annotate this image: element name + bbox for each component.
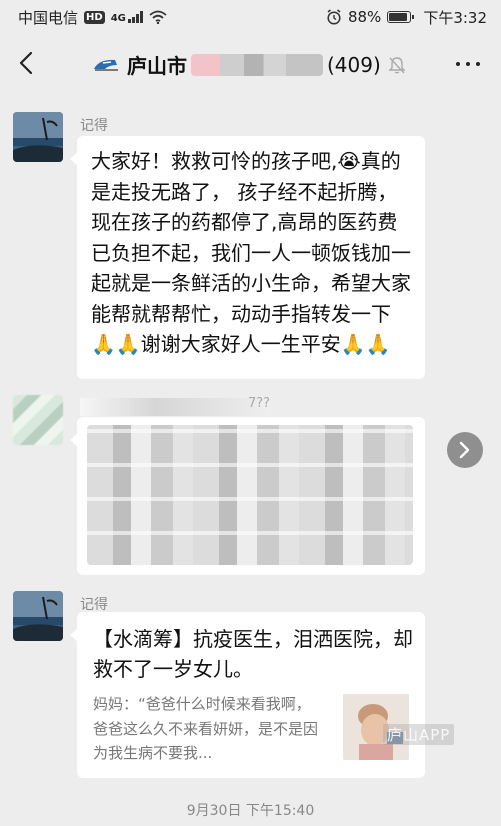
redacted-name [191, 53, 323, 76]
message-bubble-blurred[interactable] [70, 417, 425, 575]
status-right: 88% 下午3:32 [326, 7, 487, 28]
blurred-content [87, 425, 413, 565]
chat-name: 庐山市 [127, 54, 187, 78]
forward-button[interactable] [447, 432, 483, 468]
card-title: 【水滴筹】抗疫医生，泪洒医院，却救不了一岁女儿。 [93, 627, 413, 681]
chat-header: 庐山市 (409) [0, 34, 501, 92]
card-description: 妈妈：“爸爸什么时候来看我啊，爸爸这么久不来看妍妍，是不是因为我生病不要我... [93, 695, 319, 762]
signal-icon [127, 11, 143, 23]
hd-badge: HD [84, 10, 105, 24]
message-bubble[interactable]: 大家好！救救可怜的孩子吧,😭真的是走投无路了， 孩子经不起折腾，现在孩子的药都停… [70, 136, 425, 379]
more-icon [456, 62, 460, 66]
mute-bell-icon [388, 57, 406, 74]
clock: 下午3:32 [423, 8, 487, 27]
wifi-icon [149, 10, 167, 24]
more-button[interactable] [452, 54, 484, 74]
avatar[interactable] [13, 395, 63, 445]
avatar[interactable] [13, 591, 63, 641]
battery-percent: 88% [347, 8, 382, 26]
alarm-icon [327, 9, 341, 25]
back-icon [19, 51, 33, 75]
chat-title[interactable]: 庐山市 (409) [93, 50, 381, 79]
watermark: 庐山APP [383, 724, 455, 745]
avatar-image [13, 591, 63, 641]
status-left: 中国电信 HD 4G [18, 7, 167, 28]
avatar-image [13, 112, 63, 162]
carrier-label: 中国电信 [18, 8, 79, 27]
train-icon [94, 59, 118, 71]
sender-name-blurred [80, 398, 270, 416]
sender-name-fragment: 7?? [248, 396, 271, 411]
forward-icon [459, 441, 470, 459]
sender-name: 记得 [80, 118, 108, 134]
back-button[interactable] [12, 48, 40, 78]
network-label: 4G [110, 12, 126, 24]
sender-name: 记得 [80, 597, 108, 613]
status-bar: 中国电信 HD 4G 88% 下午3:32 [0, 0, 501, 34]
share-card[interactable]: 【水滴筹】抗疫医生，泪洒医院，却救不了一岁女儿。 妈妈：“爸爸什么时候来看我啊，… [70, 612, 425, 778]
message-text: 大家好！救救可怜的孩子吧,😭真的是走投无路了， 孩子经不起折腾，现在孩子的药都停… [91, 149, 411, 356]
member-count: (409) [327, 52, 381, 77]
timestamp: 9月30日 下午15:40 [186, 803, 315, 819]
battery-icon [387, 11, 415, 23]
avatar[interactable] [13, 112, 63, 162]
